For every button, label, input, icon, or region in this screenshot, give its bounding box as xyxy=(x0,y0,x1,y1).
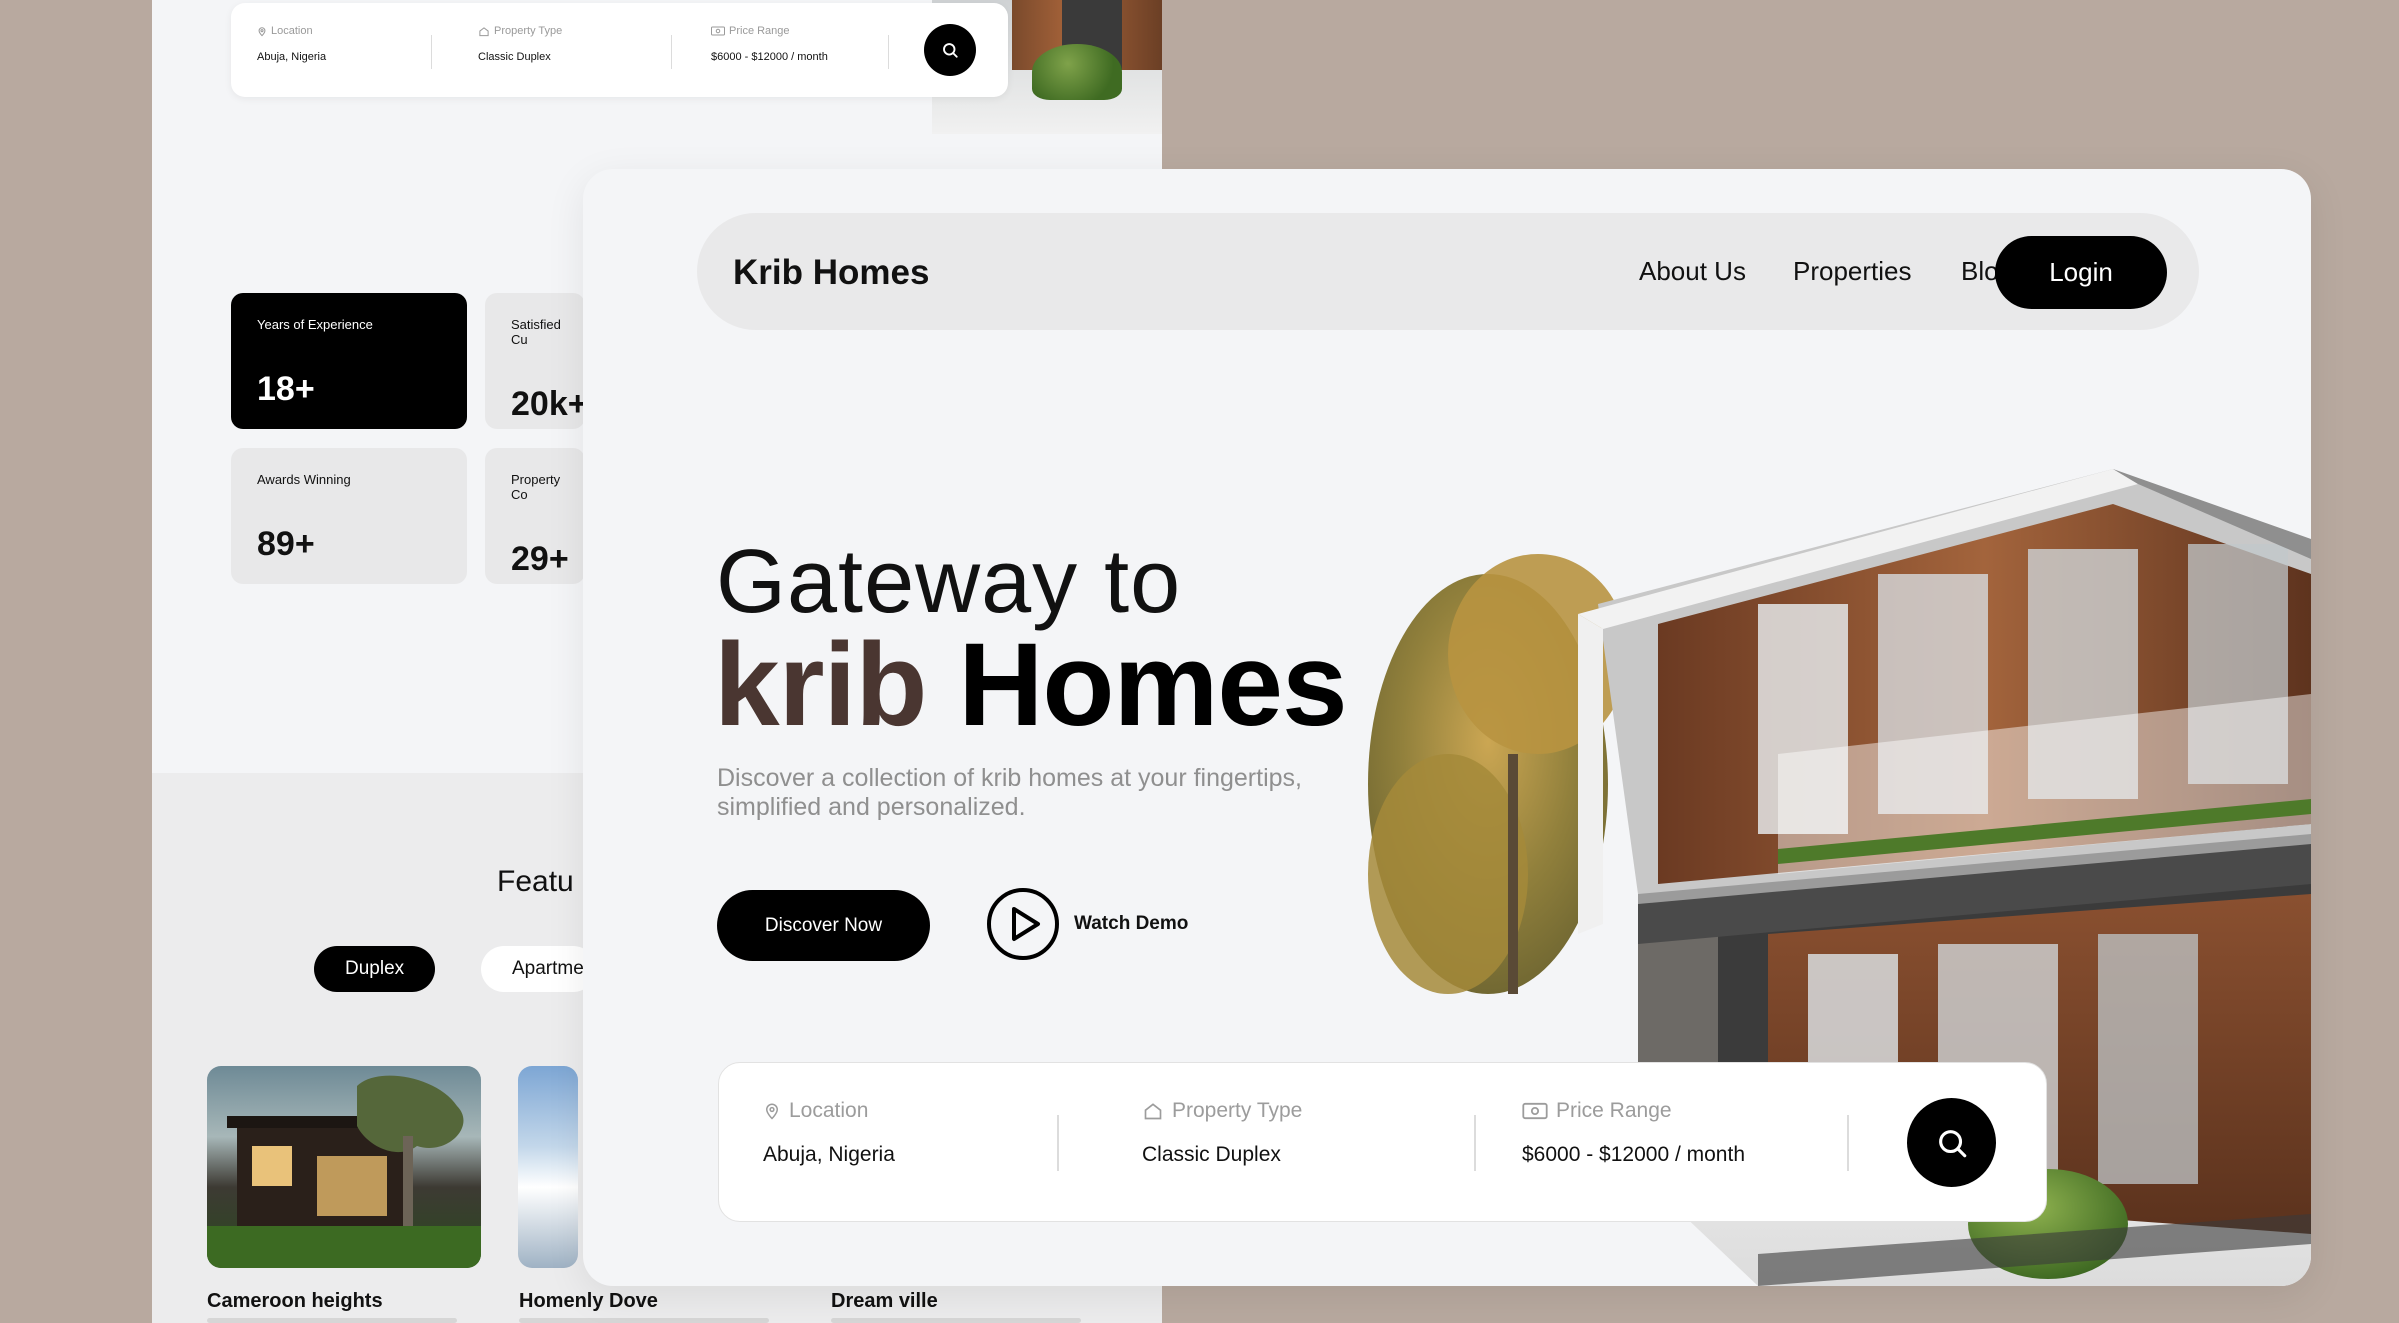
play-icon xyxy=(987,888,1059,960)
filter-apartment[interactable]: Apartme xyxy=(481,946,596,992)
nav-link-about[interactable]: About Us xyxy=(1639,256,1746,287)
property-name[interactable]: Dream ville xyxy=(831,1290,938,1313)
house-icon xyxy=(1144,1103,1162,1120)
stat-value: 29+ xyxy=(511,540,569,578)
location-pin-icon xyxy=(765,1103,779,1120)
bg-location-label: Location xyxy=(271,25,313,37)
search-icon xyxy=(1938,1129,1966,1157)
stat-card-awards: Awards Winning 89+ xyxy=(231,448,467,584)
property-type-field[interactable]: Property Type Classic Duplex xyxy=(1142,1099,1302,1167)
property-name[interactable]: Cameroon heights xyxy=(207,1290,383,1313)
search-button[interactable] xyxy=(1907,1098,1996,1187)
property-type-label: Property Type xyxy=(1172,1099,1303,1122)
property-meta-bar xyxy=(831,1318,1081,1323)
bg-location-value: Abuja, Nigeria xyxy=(257,51,327,63)
divider xyxy=(671,35,672,69)
property-search-bar: Location Abuja, Nigeria Property Type Cl… xyxy=(718,1062,2047,1222)
filter-duplex[interactable]: Duplex xyxy=(314,946,436,992)
location-field[interactable]: Location Abuja, Nigeria xyxy=(763,1099,895,1167)
landing-page-card: Krib Homes About Us Properties Blogs Log… xyxy=(583,169,2311,1286)
bg-price-value: $6000 - $12000 / month xyxy=(711,51,828,63)
money-icon xyxy=(711,26,725,36)
watch-demo-label: Watch Demo xyxy=(1074,913,1189,934)
stat-label: Years of Experience xyxy=(257,317,373,332)
location-label: Location xyxy=(789,1099,869,1122)
stat-value: 89+ xyxy=(257,525,315,563)
property-meta-bar xyxy=(519,1318,769,1323)
hero-headline-rest: Homes xyxy=(958,619,1347,751)
divider xyxy=(1847,1115,1849,1171)
divider xyxy=(431,35,432,69)
property-type-value: Classic Duplex xyxy=(1142,1143,1281,1166)
featured-title: Featu xyxy=(497,865,574,898)
price-range-label: Price Range xyxy=(1556,1099,1672,1122)
stat-label: Awards Winning xyxy=(257,472,351,487)
stat-card-customers: Satisfied Cu 20k+ xyxy=(485,293,585,429)
property-card-image[interactable] xyxy=(207,1066,481,1268)
stat-label: Property Co xyxy=(511,472,561,502)
hero-headline-accent: krib xyxy=(714,619,927,751)
search-icon xyxy=(943,43,958,58)
bg-type-field[interactable]: Property Type Classic Duplex xyxy=(478,25,562,63)
stat-value: 20k+ xyxy=(511,385,585,423)
bg-search-button[interactable] xyxy=(924,24,976,76)
property-name[interactable]: Homenly Dove xyxy=(519,1290,658,1313)
brand-logo[interactable]: Krib Homes xyxy=(733,253,929,293)
bg-price-label: Price Range xyxy=(729,25,790,37)
nav-link-properties[interactable]: Properties xyxy=(1793,256,1912,287)
hero-headline-line2: krib Homes xyxy=(714,617,1348,753)
background-search-bar: Location Abuja, Nigeria Property Type Cl… xyxy=(231,3,1008,97)
stat-card-properties: Property Co 29+ xyxy=(485,448,585,584)
location-pin-icon xyxy=(258,26,266,36)
hero-subtitle: Discover a collection of krib homes at y… xyxy=(717,764,1302,821)
house-photo xyxy=(207,1075,481,1268)
divider xyxy=(1057,1115,1059,1171)
discover-now-button[interactable]: Discover Now xyxy=(717,890,930,961)
divider xyxy=(888,35,889,69)
property-card-image[interactable] xyxy=(518,1066,578,1268)
bg-type-value: Classic Duplex xyxy=(478,51,551,63)
bg-type-label: Property Type xyxy=(494,25,563,37)
stat-value: 18+ xyxy=(257,370,315,408)
property-meta-bar xyxy=(207,1318,457,1323)
price-range-value: $6000 - $12000 / month xyxy=(1522,1143,1746,1166)
money-icon xyxy=(1522,1102,1548,1120)
location-value: Abuja, Nigeria xyxy=(763,1143,895,1166)
watch-demo-button[interactable]: Watch Demo xyxy=(986,887,1188,961)
house-icon xyxy=(479,26,489,36)
bg-location-field[interactable]: Location Abuja, Nigeria xyxy=(257,25,326,63)
stat-card-experience: Years of Experience 18+ xyxy=(231,293,467,429)
bg-price-field[interactable]: Price Range $6000 - $12000 / month xyxy=(711,25,828,63)
navbar: Krib Homes About Us Properties Blogs Log… xyxy=(697,213,2199,330)
price-range-field[interactable]: Price Range $6000 - $12000 / month xyxy=(1522,1099,1745,1167)
stat-label: Satisfied Cu xyxy=(511,317,561,347)
divider xyxy=(1474,1115,1476,1171)
login-button[interactable]: Login xyxy=(1995,236,2167,309)
